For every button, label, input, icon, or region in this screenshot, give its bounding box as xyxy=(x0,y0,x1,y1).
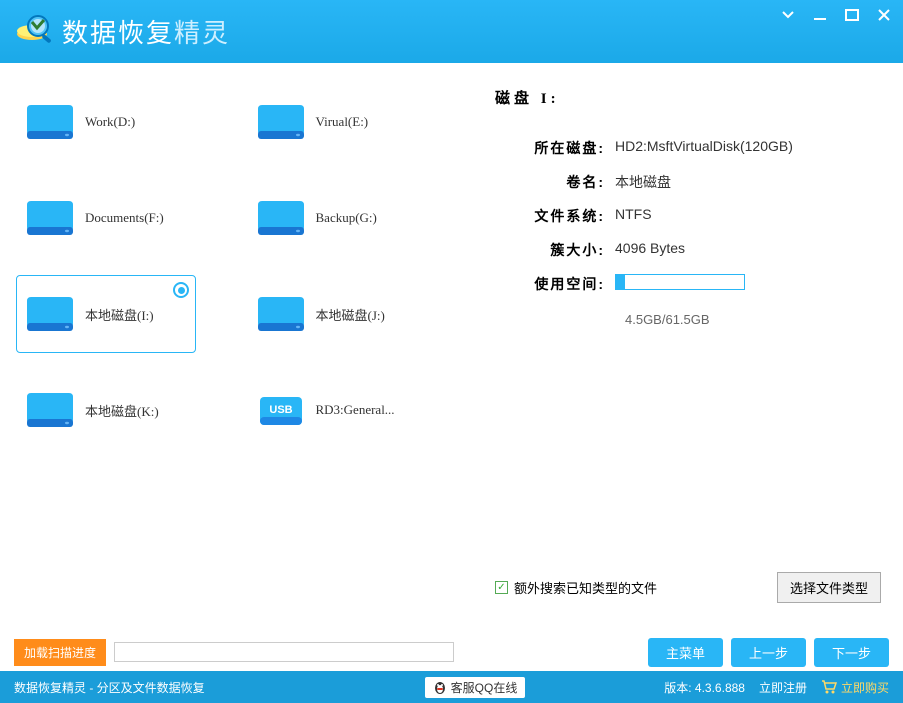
drive-item[interactable]: USB RD3:General... xyxy=(247,371,427,449)
load-progress-button[interactable]: 加载扫描进度 xyxy=(14,639,106,666)
close-button[interactable] xyxy=(875,6,893,24)
checkbox-checked-icon: ✓ xyxy=(495,581,508,594)
svg-text:USB: USB xyxy=(269,404,292,416)
drive-label: Backup(G:) xyxy=(316,210,377,226)
main-menu-button[interactable]: 主菜单 xyxy=(648,638,723,667)
footer-controls: 加载扫描进度 主菜单 上一步 下一步 xyxy=(0,633,903,671)
volume-label: 卷名: xyxy=(495,172,615,192)
usage-text: 4.5GB/61.5GB xyxy=(625,312,881,327)
disk-info-title: 磁盘 I: xyxy=(495,87,881,108)
status-app-name: 数据恢复精灵 - 分区及文件数据恢复 xyxy=(14,679,205,696)
drive-item[interactable]: Work(D:) xyxy=(16,83,196,161)
cluster-label: 簇大小: xyxy=(495,240,615,260)
drive-label: Virual(E:) xyxy=(316,114,369,130)
usage-label: 使用空间: xyxy=(495,274,615,294)
buy-link[interactable]: 立即购买 xyxy=(821,679,889,696)
progress-bar xyxy=(114,642,454,662)
volume-value: 本地磁盘 xyxy=(615,172,671,192)
prev-button[interactable]: 上一步 xyxy=(731,638,806,667)
drive-label: Work(D:) xyxy=(85,114,135,130)
drive-item[interactable]: 本地磁盘(J:) xyxy=(247,275,427,353)
menu-dropdown-icon[interactable] xyxy=(779,6,797,24)
app-title: 数据恢复精灵 xyxy=(62,13,230,50)
usage-bar xyxy=(615,274,745,294)
app-logo: 数据恢复精灵 xyxy=(14,12,230,52)
cluster-value: 4096 Bytes xyxy=(615,240,685,260)
titlebar: 数据恢复精灵 xyxy=(0,0,903,63)
disk-value: HD2:MsftVirtualDisk(120GB) xyxy=(615,138,793,158)
drive-label: 本地磁盘(I:) xyxy=(85,305,154,324)
qq-support-button[interactable]: 客服QQ在线 xyxy=(425,677,526,698)
select-filetype-button[interactable]: 选择文件类型 xyxy=(777,572,881,603)
drive-item[interactable]: Documents(F:) xyxy=(16,179,196,257)
extra-search-checkbox[interactable]: ✓ 额外搜索已知类型的文件 xyxy=(495,578,657,597)
version-text: 版本: 4.3.6.888 xyxy=(664,679,745,696)
status-bar: 数据恢复精灵 - 分区及文件数据恢复 客服QQ在线 版本: 4.3.6.888 … xyxy=(0,671,903,703)
main-content: Work(D:) Virual(E:) Documents(F:) Backup(G:… xyxy=(0,63,903,633)
drive-grid: Work(D:) Virual(E:) Documents(F:) Backup(G:… xyxy=(0,63,485,633)
magnifier-disk-icon xyxy=(14,12,54,52)
drive-item[interactable]: 本地磁盘(I:) xyxy=(16,275,196,353)
drive-label: 本地磁盘(K:) xyxy=(85,401,159,420)
drive-item[interactable]: Virual(E:) xyxy=(247,83,427,161)
selected-radio-icon xyxy=(173,282,189,298)
drive-item[interactable]: 本地磁盘(K:) xyxy=(16,371,196,449)
extra-search-label: 额外搜索已知类型的文件 xyxy=(514,578,657,597)
drive-label: RD3:General... xyxy=(316,402,395,418)
filesystem-label: 文件系统: xyxy=(495,206,615,226)
drive-label: 本地磁盘(J:) xyxy=(316,305,385,324)
minimize-button[interactable] xyxy=(811,6,829,24)
maximize-button[interactable] xyxy=(843,6,861,24)
register-link[interactable]: 立即注册 xyxy=(759,679,807,696)
disk-info-panel: 磁盘 I: 所在磁盘:HD2:MsftVirtualDisk(120GB) 卷名… xyxy=(485,63,903,633)
drive-item[interactable]: Backup(G:) xyxy=(247,179,427,257)
disk-label: 所在磁盘: xyxy=(495,138,615,158)
cart-icon xyxy=(821,680,837,694)
next-button[interactable]: 下一步 xyxy=(814,638,889,667)
filesystem-value: NTFS xyxy=(615,206,652,226)
qq-penguin-icon xyxy=(433,680,447,694)
drive-label: Documents(F:) xyxy=(85,210,164,226)
